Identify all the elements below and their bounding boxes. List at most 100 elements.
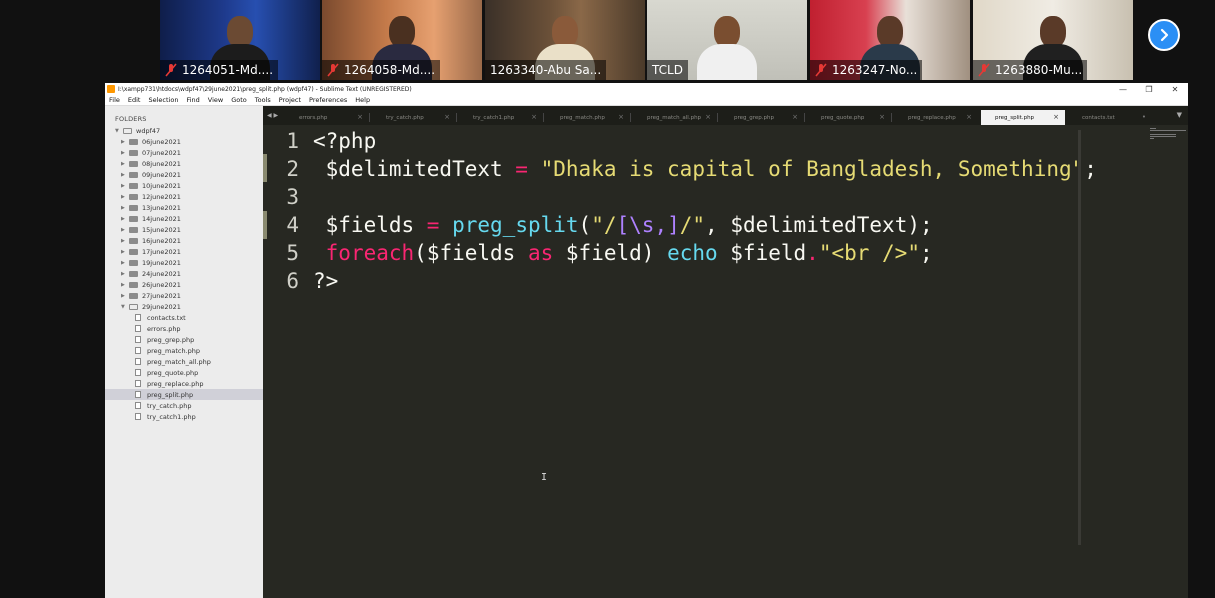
tree-file[interactable]: preg_grep.php bbox=[135, 334, 194, 345]
participant-name-bar: 1264058-Md.... bbox=[322, 60, 441, 80]
close-icon[interactable]: × bbox=[1053, 113, 1059, 121]
tab-scroll-arrows-icon[interactable]: ◀ ▶ bbox=[267, 112, 278, 119]
menu-selection[interactable]: Selection bbox=[144, 96, 182, 104]
tree-folder[interactable]: ▶ 08june2021 bbox=[121, 158, 181, 169]
tab[interactable]: preg_quote.php × bbox=[807, 110, 891, 125]
modified-dot-icon[interactable]: • bbox=[1142, 113, 1146, 121]
code-line[interactable]: 2 $delimitedText = "Dhaka is capital of … bbox=[263, 155, 1188, 183]
file-label: preg_match.php bbox=[147, 346, 201, 355]
folder-icon bbox=[129, 215, 138, 222]
tree-root-folder[interactable]: ▼ wdpf47 bbox=[115, 125, 160, 136]
tree-folder[interactable]: ▶ 09june2021 bbox=[121, 169, 181, 180]
tab-label: contacts.txt bbox=[1082, 114, 1115, 121]
close-icon[interactable]: × bbox=[966, 113, 972, 121]
minimap[interactable] bbox=[1148, 125, 1188, 598]
close-button[interactable]: ✕ bbox=[1162, 85, 1188, 94]
collapsed-arrow-icon: ▶ bbox=[121, 259, 125, 266]
tree-folder[interactable]: ▶ 27june2021 bbox=[121, 290, 181, 301]
tree-file[interactable]: preg_match_all.php bbox=[135, 356, 211, 367]
participant-tile-active-speaker[interactable]: TCLD bbox=[647, 0, 807, 80]
window-title: I:\xampp731\htdocs\wdpf47\29june2021\pre… bbox=[118, 85, 412, 93]
tree-folder-expanded[interactable]: ▼ 29june2021 bbox=[121, 301, 181, 312]
sublime-text-window: I:\xampp731\htdocs\wdpf47\29june2021\pre… bbox=[105, 83, 1188, 598]
tab[interactable]: preg_match.php × bbox=[546, 110, 630, 125]
tab-divider bbox=[891, 113, 892, 122]
tab-label: errors.php bbox=[299, 114, 328, 121]
tree-file[interactable]: preg_replace.php bbox=[135, 378, 204, 389]
close-icon[interactable]: × bbox=[531, 113, 537, 121]
tree-file[interactable]: preg_match.php bbox=[135, 345, 200, 356]
menu-find[interactable]: Find bbox=[182, 96, 203, 104]
participant-tile[interactable]: 1263340-Abu Sa... bbox=[485, 0, 645, 80]
menu-view[interactable]: View bbox=[204, 96, 227, 104]
mic-muted-icon bbox=[815, 63, 827, 77]
tab[interactable]: errors.php × bbox=[285, 110, 369, 125]
tree-folder[interactable]: ▶ 19june2021 bbox=[121, 257, 181, 268]
participant-tile[interactable]: 1263247-No... bbox=[810, 0, 970, 80]
tree-folder[interactable]: ▶ 15june2021 bbox=[121, 224, 181, 235]
menu-tools[interactable]: Tools bbox=[251, 96, 275, 104]
tree-file[interactable]: contacts.txt bbox=[135, 312, 186, 323]
minimize-button[interactable]: — bbox=[1110, 85, 1136, 94]
tree-file-selected[interactable]: preg_split.php bbox=[105, 389, 263, 400]
tree-folder[interactable]: ▶ 24june2021 bbox=[121, 268, 181, 279]
tree-file[interactable]: errors.php bbox=[135, 323, 181, 334]
close-icon[interactable]: × bbox=[618, 113, 624, 121]
menu-goto[interactable]: Goto bbox=[227, 96, 251, 104]
tree-file[interactable]: try_catch.php bbox=[135, 400, 192, 411]
tree-folder[interactable]: ▶ 16june2021 bbox=[121, 235, 181, 246]
menu-help[interactable]: Help bbox=[351, 96, 374, 104]
close-icon[interactable]: × bbox=[444, 113, 450, 121]
tab-label: preg_grep.php bbox=[734, 114, 774, 121]
menu-file[interactable]: File bbox=[105, 96, 124, 104]
participant-tile[interactable]: 1263880-Mu... bbox=[973, 0, 1133, 80]
file-label: errors.php bbox=[147, 324, 181, 333]
close-icon[interactable]: × bbox=[879, 113, 885, 121]
tab[interactable]: preg_replace.php × bbox=[894, 110, 978, 125]
menu-preferences[interactable]: Preferences bbox=[305, 96, 351, 104]
tree-folder[interactable]: ▶ 14june2021 bbox=[121, 213, 181, 224]
tree-file[interactable]: try_catch1.php bbox=[135, 411, 196, 422]
folder-icon bbox=[129, 182, 138, 189]
tree-folder[interactable]: ▶ 06june2021 bbox=[121, 136, 181, 147]
menu-project[interactable]: Project bbox=[275, 96, 305, 104]
file-icon bbox=[135, 358, 141, 365]
folder-label: 24june2021 bbox=[142, 269, 181, 278]
tree-file[interactable]: preg_quote.php bbox=[135, 367, 198, 378]
participant-tile[interactable]: 1264051-Md.... bbox=[160, 0, 320, 80]
code-line[interactable]: 4 $fields = preg_split("/[\s,]/", $delim… bbox=[263, 211, 1188, 239]
tab[interactable]: try_catch1.php × bbox=[459, 110, 543, 125]
collapsed-arrow-icon: ▶ bbox=[121, 204, 125, 211]
editor-scrollbar[interactable] bbox=[1078, 130, 1081, 545]
close-icon[interactable]: × bbox=[705, 113, 711, 121]
tree-folder[interactable]: ▶ 07june2021 bbox=[121, 147, 181, 158]
participant-name-bar: 1263247-No... bbox=[810, 60, 923, 80]
tab[interactable]: preg_grep.php × bbox=[720, 110, 804, 125]
code-editor[interactable]: 1 <?php 2 $delimitedText = "Dhaka is capi… bbox=[263, 125, 1188, 598]
tree-folder[interactable]: ▶ 17june2021 bbox=[121, 246, 181, 257]
tree-folder[interactable]: ▶ 13june2021 bbox=[121, 202, 181, 213]
code-line[interactable]: 5 foreach($fields as $field) echo $field… bbox=[263, 239, 1188, 267]
file-icon bbox=[135, 402, 141, 409]
tab-divider bbox=[804, 113, 805, 122]
tab[interactable]: try_catch.php × bbox=[372, 110, 456, 125]
next-participants-button[interactable] bbox=[1148, 19, 1180, 51]
close-icon[interactable]: × bbox=[792, 113, 798, 121]
code-line[interactable]: 3 bbox=[263, 183, 1188, 211]
collapsed-arrow-icon: ▶ bbox=[121, 281, 125, 288]
tree-folder[interactable]: ▶ 12june2021 bbox=[121, 191, 181, 202]
tab-list-dropdown-icon[interactable]: ▼ bbox=[1177, 111, 1182, 119]
tab[interactable]: preg_match_all.php × bbox=[633, 110, 717, 125]
tree-folder[interactable]: ▶ 26june2021 bbox=[121, 279, 181, 290]
file-icon bbox=[135, 347, 141, 354]
participant-tile[interactable]: 1264058-Md.... bbox=[322, 0, 482, 80]
folder-open-icon bbox=[123, 127, 132, 134]
tree-folder[interactable]: ▶ 10june2021 bbox=[121, 180, 181, 191]
menu-edit[interactable]: Edit bbox=[124, 96, 145, 104]
tab-active[interactable]: preg_split.php × bbox=[981, 110, 1065, 125]
restore-button[interactable]: ❐ bbox=[1136, 85, 1162, 94]
code-line[interactable]: 1 <?php bbox=[263, 127, 1188, 155]
tab[interactable]: contacts.txt • bbox=[1068, 110, 1152, 125]
close-icon[interactable]: × bbox=[357, 113, 363, 121]
code-line[interactable]: 6 ?> bbox=[263, 267, 1188, 295]
